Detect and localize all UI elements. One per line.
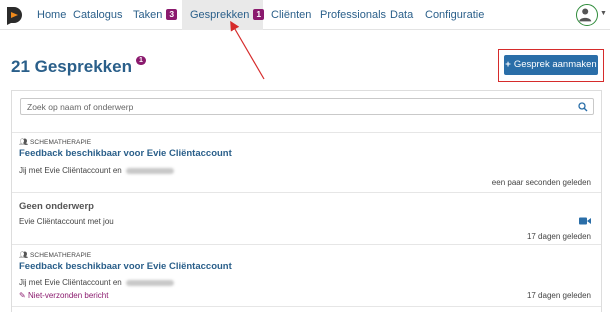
list-item[interactable] <box>12 306 601 312</box>
nav-gesprekken-label: Gesprekken <box>190 9 250 21</box>
app-logo[interactable] <box>4 5 24 25</box>
video-icon <box>579 217 591 225</box>
search-input[interactable] <box>27 101 567 113</box>
timestamp: 17 dagen geleden <box>526 291 591 300</box>
list-item[interactable]: 👥︎ SCHEMATHERAPIE Feedback beschikbaar vo… <box>12 244 601 306</box>
user-avatar[interactable] <box>576 4 598 26</box>
nav-gesprekken[interactable]: Gesprekken 1 <box>182 0 265 30</box>
nav-taken[interactable]: Taken 3 <box>133 0 178 30</box>
timestamp: een paar seconden geleden <box>491 178 591 187</box>
category-label: 👥︎ SCHEMATHERAPIE <box>19 139 92 146</box>
add-conversation-label: Gesprek aanmaken <box>513 59 597 70</box>
pencil-icon: ✎ <box>19 291 26 300</box>
conversation-title[interactable]: Feedback beschikbaar voor Evie Cliëntacc… <box>19 148 232 159</box>
nav-catalogus[interactable]: Catalogus <box>73 0 123 30</box>
user-icon <box>579 8 592 22</box>
nav-configuratie-label: Configuratie <box>425 9 485 21</box>
participants-text: Jij met Evie Cliëntaccount en <box>19 278 174 287</box>
nav-home[interactable]: Home <box>37 0 66 30</box>
conversation-title[interactable]: Feedback beschikbaar voor Evie Cliëntacc… <box>19 261 232 272</box>
conversation-title[interactable]: Geen onderwerp <box>19 201 94 212</box>
search-icon[interactable] <box>578 102 588 112</box>
top-navbar: Home Catalogus Taken 3 Gesprekken 1 Cliënt… <box>0 0 610 30</box>
nav-data[interactable]: Data <box>390 0 413 30</box>
plus-icon: + <box>505 59 511 70</box>
add-conversation-button[interactable]: + Gesprek aanmaken <box>504 55 598 75</box>
nav-home-label: Home <box>37 9 67 21</box>
group-icon: 👥︎ <box>19 252 28 259</box>
gesprekken-count-badge: 1 <box>253 9 265 20</box>
nav-clienten-label: Cliënten <box>271 9 312 21</box>
draft-indicator: ✎ Niet-verzonden bericht <box>19 291 109 300</box>
nav-professionals-label: Professionals <box>320 9 387 21</box>
nav-taken-label: Taken <box>133 9 163 21</box>
timestamp: 17 dagen geleden <box>526 232 591 241</box>
list-item[interactable]: 👥︎ SCHEMATHERAPIE Feedback beschikbaar vo… <box>12 132 601 192</box>
group-icon: 👥︎ <box>19 139 28 146</box>
nav-professionals[interactable]: Professionals <box>320 0 386 30</box>
list-item[interactable]: Geen onderwerp Evie Cliëntaccount met jo… <box>12 192 601 244</box>
participants-text: Evie Cliëntaccount met jou <box>19 217 114 226</box>
nav-catalogus-label: Catalogus <box>73 9 123 21</box>
unread-badge: 1 <box>136 56 146 65</box>
nav-clienten[interactable]: Cliënten <box>271 0 311 30</box>
page-title: 21 Gesprekken <box>11 57 132 76</box>
redacted-name <box>125 279 174 286</box>
category-label: 👥︎ SCHEMATHERAPIE <box>19 252 92 259</box>
search-field[interactable] <box>20 98 594 115</box>
nav-configuratie[interactable]: Configuratie <box>425 0 484 30</box>
taken-count-badge: 3 <box>166 9 178 20</box>
participants-text: Jij met Evie Cliëntaccount en <box>19 166 174 175</box>
nav-data-label: Data <box>390 9 414 21</box>
redacted-name <box>125 167 174 174</box>
conversation-list-panel: 👥︎SCHEMATHERAPIE Feedback beschikbaar vo… <box>11 90 602 312</box>
chevron-down-icon[interactable]: ▼ <box>600 10 607 17</box>
